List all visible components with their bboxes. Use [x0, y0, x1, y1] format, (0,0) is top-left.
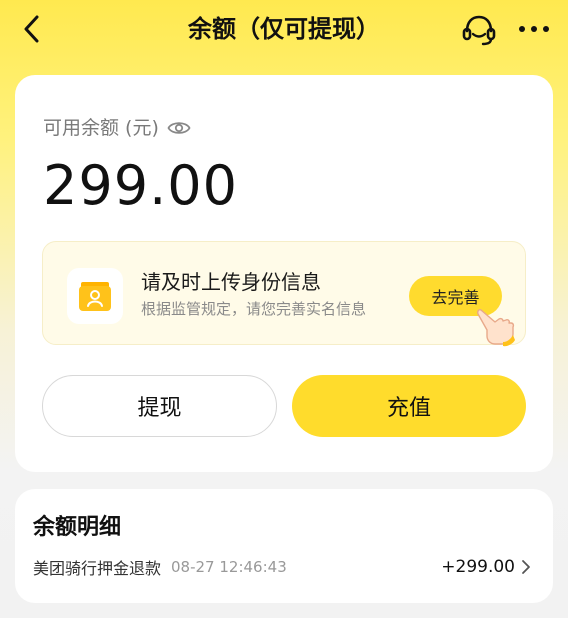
transaction-row[interactable]: 美团骑行押金退款 08-27 12:46:43 +299.00 [33, 553, 535, 581]
chevron-right-icon [521, 559, 535, 575]
withdraw-button[interactable]: 提现 [42, 375, 277, 437]
more-icon [519, 26, 549, 32]
notice-title: 请及时上传身份信息 [141, 270, 321, 294]
balance-detail-title: 余额明细 [33, 515, 122, 540]
customer-service-button[interactable] [460, 12, 498, 48]
available-balance-row: 可用余额 (元) [43, 115, 191, 141]
id-card-icon [79, 282, 111, 311]
transaction-amount: +299.00 [441, 557, 515, 577]
available-balance-label: 可用余额 (元) [43, 117, 159, 139]
notice-subtitle: 根据监管规定，请您完善实名信息 [141, 300, 367, 318]
transaction-name: 美团骑行押金退款 [33, 559, 162, 578]
identity-notice-banner[interactable]: 请及时上传身份信息 根据监管规定，请您完善实名信息 去完善 [42, 241, 526, 347]
notice-icon-container [67, 268, 123, 324]
balance-detail-card: 余额明细 美团骑行押金退款 08-27 12:46:43 +299.00 [15, 489, 553, 603]
recharge-button[interactable]: 充值 [292, 375, 526, 437]
more-button[interactable] [514, 12, 554, 46]
headset-icon [462, 15, 496, 46]
pointing-hand-icon [477, 309, 515, 347]
eye-icon[interactable] [167, 119, 191, 137]
balance-amount: 299.00 [43, 154, 238, 217]
header-bar: 余额（仅可提现） [0, 0, 568, 60]
transaction-time: 08-27 12:46:43 [171, 558, 287, 576]
balance-card: 可用余额 (元) 299.00 请及时上传身份信息 根据监管规定，请您完善实名信… [15, 75, 553, 472]
